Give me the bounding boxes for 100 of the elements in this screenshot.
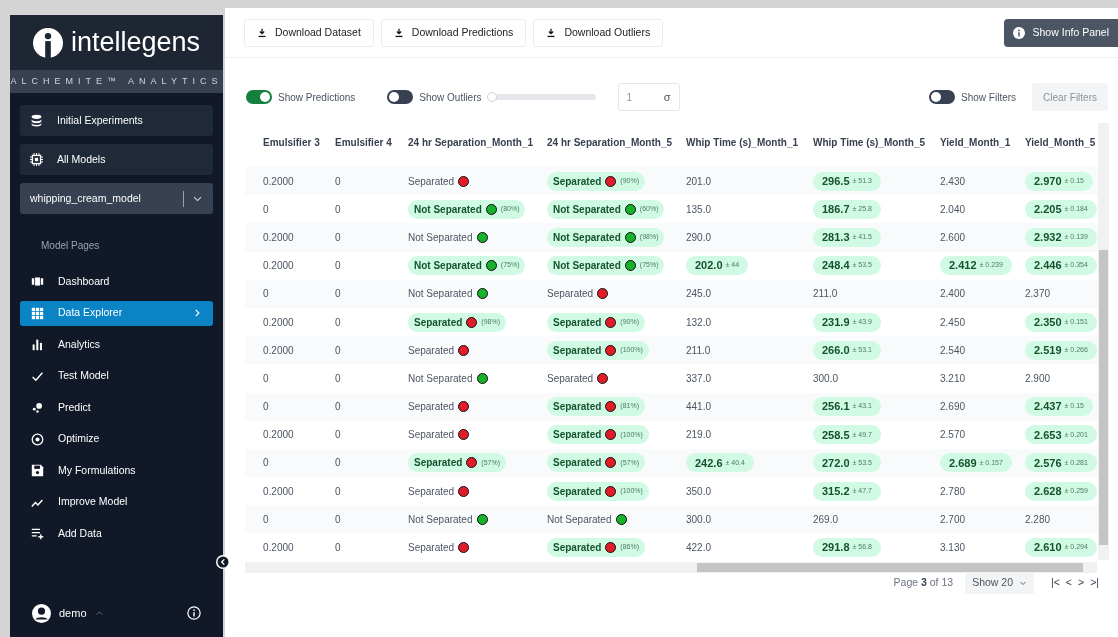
table-cell-text: 2.540: [940, 343, 966, 358]
nav-item[interactable]: Data Explorer: [20, 300, 213, 326]
table-cell-text: 2.690: [940, 400, 966, 415]
column-header[interactable]: Emulsifier 4: [335, 134, 408, 150]
table-cell-text: 2.280: [1025, 512, 1051, 527]
table-cell-text: 0: [335, 428, 342, 443]
sigma-field[interactable]: 1 σ: [617, 83, 680, 111]
table-cell-text: 0: [263, 371, 270, 386]
status-cell: Separated: [408, 483, 470, 499]
nav-item[interactable]: Dashboard: [20, 269, 213, 294]
bar-chart-icon: [31, 338, 44, 351]
nav-item[interactable]: Optimize: [20, 426, 213, 452]
table-cell-text: 219.0: [686, 428, 712, 443]
nav-item[interactable]: My Formulations: [20, 458, 213, 483]
table-cell-text: 201.0: [686, 174, 712, 189]
status-cell: Separated: [547, 370, 609, 386]
horizontal-scrollbar[interactable]: [245, 561, 1097, 573]
info-panel-button[interactable]: Show Info Panel: [1003, 18, 1118, 47]
nav-item[interactable]: Test Model: [20, 363, 213, 389]
table-cell-text: 0: [263, 202, 270, 217]
status-cell: Not Separated: [408, 229, 488, 245]
table-cell-text: 0: [335, 484, 342, 499]
table-cell-text: 0: [335, 456, 342, 471]
table-cell-text: 0.2000: [263, 315, 295, 330]
table-cell-text: 2.570: [940, 428, 966, 443]
table-cell-text: 135.0: [686, 202, 712, 217]
table-cell-text: 0.2000: [263, 428, 295, 443]
table-cell-text: 350.0: [686, 484, 712, 499]
table-cell-text: 2.450: [940, 315, 966, 330]
status-cell: Not Separated: [547, 511, 627, 527]
sidebar-button[interactable]: Initial Experiments: [20, 105, 213, 136]
logo-icon: [32, 27, 63, 58]
table-cell-text: 132.0: [686, 315, 712, 330]
page-nav-button[interactable]: <: [1064, 575, 1073, 591]
grid-icon: [31, 306, 44, 320]
table-cell-text: 2.040: [940, 202, 966, 217]
table-cell-text: 0: [335, 315, 342, 330]
table-cell-text: 211.0: [686, 343, 711, 358]
toggle-label: Show Outliers: [419, 90, 482, 105]
info-icon: [187, 606, 201, 620]
vertical-scrollbar[interactable]: [1098, 123, 1109, 560]
table-cell-text: 3.130: [940, 541, 966, 556]
download-button[interactable]: Download Dataset: [244, 18, 374, 47]
status-cell: Separated: [408, 399, 470, 415]
download-button[interactable]: Download Outliers: [533, 18, 664, 47]
table-cell-text: 2.600: [940, 230, 966, 245]
status-cell: Not Separated: [408, 370, 488, 386]
table-cell-text: 0: [263, 400, 270, 415]
column-header[interactable]: Yield_Month_1: [940, 134, 1025, 150]
table-cell-text: 0.2000: [263, 230, 295, 245]
table-cell-text: 0: [335, 371, 342, 386]
page-size-select[interactable]: Show 20: [965, 572, 1034, 594]
status-cell: Separated: [408, 427, 470, 443]
column-header[interactable]: Yield_Month_5: [1025, 134, 1097, 150]
info-icon: [1012, 26, 1025, 39]
column-header[interactable]: Emulsifier 3: [263, 134, 335, 150]
table-cell-text: 2.430: [940, 174, 966, 189]
column-header[interactable]: Whip Time (s)_Month_5: [813, 134, 940, 150]
nav-item[interactable]: Add Data: [20, 521, 213, 546]
download-button[interactable]: Download Predictions: [380, 18, 527, 47]
table-cell-text: 0: [335, 512, 342, 527]
section-label: Model Pages: [40, 239, 101, 253]
table-cell-text: 3.210: [940, 371, 966, 386]
page-nav-button[interactable]: |<: [1050, 575, 1061, 591]
status-cell: Not Separated: [408, 511, 488, 527]
table-cell-text: 269.0: [813, 512, 839, 527]
toggle-label: Show Predictions: [278, 90, 356, 105]
user-menu[interactable]: demo: [32, 603, 104, 623]
table-cell-text: 0.2000: [263, 541, 295, 556]
status-cell: Separated: [408, 173, 470, 189]
table-cell-text: 245.0: [686, 287, 712, 302]
page-nav-button[interactable]: >|: [1089, 575, 1100, 591]
column-header[interactable]: Whip Time (s)_Month_1: [686, 134, 813, 150]
logo-text: intellegens: [70, 29, 201, 56]
table-cell-text: 2.700: [940, 512, 966, 527]
status-cell: Separated: [547, 286, 609, 302]
download-icon: [546, 27, 557, 38]
nav-item[interactable]: Analytics: [20, 332, 213, 357]
table-cell-text: 2.370: [1025, 287, 1051, 302]
download-icon: [393, 27, 404, 38]
sidebar-button[interactable]: All Models: [20, 144, 213, 175]
nav-item[interactable]: Improve Model: [20, 489, 213, 515]
target-icon: [31, 432, 44, 446]
table-cell-text: 0: [335, 174, 342, 189]
nav-item[interactable]: Predict: [20, 395, 213, 420]
app-subtitle: ALCHEMITE™ ANALYTICS: [10, 74, 223, 88]
toggle-switch[interactable]: [246, 90, 272, 104]
model-select[interactable]: whipping_cream_model: [20, 183, 213, 214]
toggle-switch[interactable]: [929, 90, 956, 104]
outlier-slider[interactable]: [487, 94, 596, 100]
table-cell-text: 422.0: [686, 541, 712, 556]
page-nav-button[interactable]: >: [1077, 575, 1086, 591]
toggle-switch[interactable]: [387, 90, 414, 104]
chevron-down-icon: [1019, 579, 1027, 587]
dots-icon: [31, 401, 44, 414]
table-cell-text: 0: [263, 287, 270, 302]
column-header[interactable]: 24 hr Separation_Month_1: [408, 134, 547, 150]
status-cell: Separated: [408, 342, 470, 358]
column-header[interactable]: 24 hr Separation_Month_5: [547, 134, 686, 150]
add-list-icon: [31, 527, 44, 540]
